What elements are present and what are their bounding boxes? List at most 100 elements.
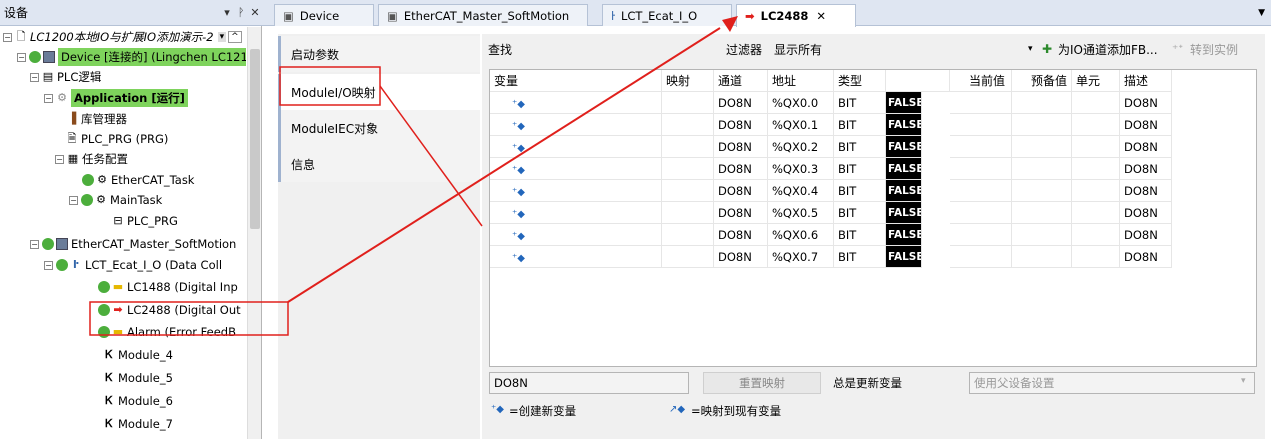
- col-header-mapping[interactable]: 映射: [662, 70, 714, 92]
- cell-mapping: [662, 202, 714, 224]
- table-row[interactable]: ⁺◆ DO8N %QX0.3 BIT FALSE DO8N: [490, 158, 1258, 180]
- col-header-variable[interactable]: 变量: [490, 70, 662, 92]
- tree-item-main-task[interactable]: − ⚙ MainTask: [69, 190, 162, 210]
- col-header-channel[interactable]: 通道: [714, 70, 768, 92]
- tree-item-task-config[interactable]: − ▦ 任务配置: [55, 149, 128, 169]
- project-icon: 🗋: [16, 30, 26, 43]
- cell-description: DO8N: [1120, 202, 1172, 224]
- device-icon: [43, 51, 55, 63]
- filter-dropdown-icon[interactable]: ▾: [1028, 44, 1033, 54]
- col-header-unit[interactable]: 单元: [1072, 70, 1120, 92]
- always-update-select[interactable]: 使用父设备设置: [969, 372, 1255, 394]
- dropdown-icon[interactable]: ▾: [217, 32, 227, 42]
- table-row[interactable]: ⁺◆ DO8N %QX0.7 BIT FALSE DO8N: [490, 246, 1258, 268]
- tree-item-module-7[interactable]: Ꮶ Module_7: [103, 414, 173, 434]
- tab-lct-ecat-io[interactable]: ŀ LCT_Ecat_I_O: [602, 4, 732, 26]
- tree-item-lct-ecat-io[interactable]: − ŀ LCT_Ecat_I_O (Data Coll: [44, 255, 222, 275]
- app-window: 设备 ▾ ᚹ ✕ − 🗋 LC1200本地IO与扩展IO添加演示-2 ▾ ^ −…: [0, 0, 1271, 439]
- add-fb-button[interactable]: 为IO通道添加FB...: [1058, 41, 1158, 58]
- side-tab-info[interactable]: 信息: [278, 146, 480, 182]
- table-row[interactable]: ⁺◆ DO8N %QX0.6 BIT FALSE DO8N: [490, 224, 1258, 246]
- tab-device[interactable]: ▣ Device: [274, 4, 374, 26]
- tree-item-library-manager[interactable]: ▐ 库管理器: [66, 109, 127, 129]
- table-row[interactable]: ⁺◆ DO8N %QX0.2 BIT FALSE DO8N: [490, 136, 1258, 158]
- tab-list-dropdown-icon[interactable]: ▼: [1258, 8, 1265, 18]
- collapse-icon[interactable]: −: [30, 72, 39, 82]
- goto-instance-button[interactable]: 转到实例: [1190, 41, 1238, 58]
- cell-mapping: [662, 114, 714, 136]
- tree-item-project[interactable]: − 🗋 LC1200本地IO与扩展IO添加演示-2 ▾ ^: [3, 27, 242, 47]
- tree-item-label: LC1488 (Digital Inp: [127, 280, 238, 294]
- map-existing-icon: ↗◆: [669, 404, 686, 415]
- alarm-module-icon: ▬: [112, 325, 124, 338]
- scrollbar-thumb[interactable]: [250, 49, 260, 229]
- tree-item-lc1488[interactable]: ▬ LC1488 (Digital Inp: [98, 277, 238, 297]
- collapse-icon[interactable]: −: [30, 239, 39, 249]
- side-tab-iec-objects[interactable]: ModuleIEC对象: [278, 110, 480, 146]
- tree-item-plc-logic[interactable]: − ▤ PLC逻辑: [30, 67, 101, 87]
- collapse-icon[interactable]: −: [17, 52, 26, 62]
- tree-item-label: MainTask: [110, 193, 163, 207]
- table-row[interactable]: ⁺◆ DO8N %QX0.4 BIT FALSE DO8N: [490, 180, 1258, 202]
- tree-item-plc-prg[interactable]: 🗎 PLC_PRG (PRG): [66, 129, 169, 149]
- collapse-icon[interactable]: −: [44, 93, 53, 103]
- tab-label: Device: [299, 8, 340, 23]
- tree-item-device[interactable]: − Device [连接的] (Lingchen LC121: [17, 47, 246, 67]
- cell-description: DO8N: [1120, 246, 1172, 268]
- collapse-icon[interactable]: −: [69, 195, 78, 205]
- cell-current: [950, 224, 1012, 246]
- new-variable-icon: ⁺◆: [491, 404, 504, 415]
- cell-variable: ⁺◆: [490, 114, 662, 136]
- add-icon: ✚: [1042, 42, 1053, 56]
- cell-prepared: [1012, 202, 1072, 224]
- tree-item-application[interactable]: − ⚙ Application [运行]: [44, 88, 188, 108]
- tree-item-module-6[interactable]: Ꮶ Module_6: [103, 391, 173, 411]
- tree-item-ethercat-master[interactable]: − EtherCAT_Master_SoftMotion: [30, 234, 236, 254]
- tab-label: LCT_Ecat_I_O: [620, 8, 698, 23]
- col-header-address[interactable]: 地址: [768, 70, 834, 92]
- always-update-dropdown-icon[interactable]: ▾: [1241, 376, 1246, 386]
- table-row[interactable]: ⁺◆ DO8N %QX0.5 BIT FALSE DO8N: [490, 202, 1258, 224]
- tree-item-plc-prg-call[interactable]: ⊟ PLC_PRG: [112, 211, 178, 231]
- tree-scrollbar[interactable]: [247, 27, 261, 439]
- cell-channel: DO8N: [714, 114, 768, 136]
- col-header-type[interactable]: 类型: [834, 70, 886, 92]
- cell-address: %QX0.7: [768, 246, 834, 268]
- side-tab-io-mapping[interactable]: ModuleI/O映射: [278, 74, 480, 110]
- reset-mapping-button[interactable]: 重置映射: [703, 372, 821, 394]
- selected-channel-field[interactable]: DO8N: [489, 372, 689, 394]
- find-input[interactable]: [516, 40, 716, 58]
- tree-item-alarm[interactable]: ▬ Alarm (Error FeedB: [98, 322, 236, 342]
- collapse-icon[interactable]: −: [55, 154, 64, 164]
- table-row[interactable]: ⁺◆ DO8N %QX0.0 BIT FALSE DO8N: [490, 92, 1258, 114]
- filter-select[interactable]: 显示所有: [774, 41, 822, 58]
- editor-tab-bar: ▣ Device ▣ EtherCAT_Master_SoftMotion ŀ …: [262, 0, 1271, 27]
- cell-description: DO8N: [1120, 180, 1172, 202]
- pin-icon[interactable]: ᚹ: [234, 6, 248, 19]
- side-tab-startup-params[interactable]: 启动参数: [278, 36, 480, 72]
- collapse-icon[interactable]: −: [44, 260, 53, 270]
- dropdown-icon[interactable]: ▾: [220, 6, 234, 19]
- tree-item-label: PLC_PRG (PRG): [81, 132, 169, 146]
- cell-type: BIT: [834, 180, 886, 202]
- tree-item-lc2488[interactable]: ➡ LC2488 (Digital Out: [98, 300, 241, 320]
- filter-label: 过滤器: [726, 42, 763, 57]
- scroll-up-icon[interactable]: ^: [228, 31, 242, 43]
- table-row[interactable]: ⁺◆ DO8N %QX0.1 BIT FALSE DO8N: [490, 114, 1258, 136]
- close-icon[interactable]: ✕: [248, 6, 262, 19]
- col-header-description[interactable]: 描述: [1120, 70, 1172, 92]
- close-tab-icon[interactable]: ✕: [816, 9, 826, 23]
- col-header-current-value[interactable]: 当前值: [950, 70, 1012, 92]
- tree-item-label: LC2488 (Digital Out: [127, 303, 241, 317]
- tab-lc2488[interactable]: ➡ LC2488 ✕: [736, 4, 856, 27]
- tab-ethercat-master[interactable]: ▣ EtherCAT_Master_SoftMotion: [378, 4, 588, 26]
- tree-item-module-5[interactable]: Ꮶ Module_5: [103, 368, 173, 388]
- collapse-icon[interactable]: −: [3, 32, 12, 42]
- tree-item-ethercat-task[interactable]: ⚙ EtherCAT_Task: [82, 170, 194, 190]
- tab-label: EtherCAT_Master_SoftMotion: [403, 8, 570, 23]
- tree-item-module-4[interactable]: Ꮶ Module_4: [103, 345, 173, 365]
- col-header-blank[interactable]: [886, 70, 950, 92]
- goto-instance-icon: ⁺ᐩ: [1172, 42, 1184, 56]
- col-header-prepared-value[interactable]: 预备值: [1012, 70, 1072, 92]
- cell-unit: [1072, 114, 1120, 136]
